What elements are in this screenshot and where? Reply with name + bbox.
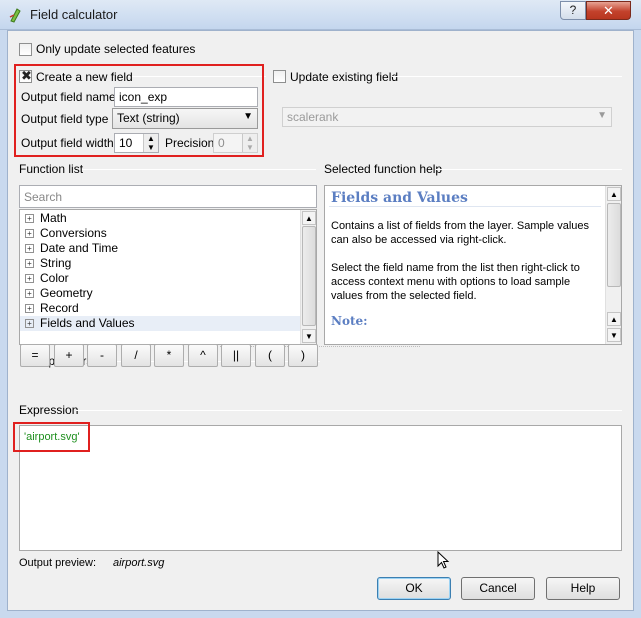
expression-title: Expression	[19, 403, 79, 417]
operator-open-paren-button[interactable]: (	[255, 344, 285, 367]
window-title: Field calculator	[30, 7, 118, 22]
function-tree: + Math + Conversions + Date and Time + Strin…	[19, 209, 317, 345]
tree-item-date-time[interactable]: + Date and Time	[25, 241, 118, 256]
cancel-button[interactable]: Cancel	[461, 577, 535, 600]
output-preview-label: Output preview:	[19, 557, 97, 569]
expand-plus-icon[interactable]: +	[25, 244, 34, 253]
ok-button[interactable]: OK	[377, 577, 451, 600]
tree-item-math[interactable]: + Math	[25, 211, 67, 226]
operator-plus-button[interactable]: +	[54, 344, 84, 367]
expand-plus-icon[interactable]: +	[25, 214, 34, 223]
operator-close-paren-button[interactable]: )	[288, 344, 318, 367]
help-paragraph-1: Contains a list of fields from the layer…	[331, 220, 590, 246]
update-existing-label: Update existing field	[290, 70, 399, 84]
function-help-title: Selected function help	[324, 162, 443, 176]
tree-item-record[interactable]: + Record	[25, 301, 79, 316]
function-list-title: Function list	[19, 162, 84, 176]
operator-concat-button[interactable]: ||	[221, 344, 251, 367]
expand-plus-icon[interactable]: +	[25, 319, 34, 328]
mouse-cursor-icon	[437, 551, 450, 569]
dropdown-arrow-icon: ▼	[597, 110, 607, 121]
help-scrollbar[interactable]: ▲ ▲ ▼	[605, 186, 621, 344]
update-existing-checkbox[interactable]	[273, 70, 286, 83]
help-heading-rule	[329, 206, 601, 207]
operator-equals-button[interactable]: =	[20, 344, 50, 367]
operator-minus-button[interactable]: -	[87, 344, 117, 367]
scroll-up-arrow[interactable]: ▲	[607, 187, 621, 201]
only-selected-label: Only update selected features	[36, 42, 196, 56]
expand-plus-icon[interactable]: +	[25, 229, 34, 238]
scroll-up-arrow[interactable]: ▲	[607, 312, 621, 326]
qgis-calculator-icon	[9, 8, 21, 23]
only-selected-checkbox[interactable]	[19, 43, 32, 56]
new-field-highlight	[14, 64, 264, 157]
function-search-input[interactable]: Search	[19, 185, 317, 208]
expand-plus-icon[interactable]: +	[25, 304, 34, 313]
tree-item-color[interactable]: + Color	[25, 271, 69, 286]
help-button[interactable]: Help	[546, 577, 620, 600]
operator-divide-button[interactable]: /	[121, 344, 151, 367]
close-icon[interactable]: ✕	[586, 1, 631, 20]
update-existing-group-line	[392, 76, 622, 77]
help-heading: Fields and Values	[331, 190, 468, 206]
function-help-group-line	[436, 169, 622, 170]
title-bar: Field calculator ? ✕	[0, 0, 641, 30]
scroll-up-arrow[interactable]: ▲	[302, 211, 316, 225]
output-preview-value: airport.svg	[113, 557, 165, 569]
scroll-thumb[interactable]	[302, 226, 316, 326]
operator-power-button[interactable]: ^	[188, 344, 218, 367]
scroll-thumb[interactable]	[607, 203, 621, 287]
tree-item-string[interactable]: + String	[25, 256, 71, 271]
existing-field-select[interactable]: scalerank ▼	[282, 107, 612, 127]
existing-field-value: scalerank	[287, 110, 339, 124]
expression-highlight	[13, 422, 90, 452]
tree-item-conversions[interactable]: + Conversions	[25, 226, 107, 241]
operator-multiply-button[interactable]: *	[154, 344, 184, 367]
help-note-heading: Note:	[331, 314, 368, 328]
function-tree-scrollbar[interactable]: ▲ ▼	[300, 210, 316, 344]
scroll-down-arrow[interactable]: ▼	[607, 328, 621, 342]
help-paragraph-2: Select the field name from the list then…	[331, 262, 580, 302]
tree-item-fields-values[interactable]: + Fields and Values	[20, 316, 300, 331]
expand-plus-icon[interactable]: +	[25, 289, 34, 298]
help-icon[interactable]: ?	[560, 1, 586, 20]
scroll-down-arrow[interactable]: ▼	[302, 329, 316, 343]
expand-plus-icon[interactable]: +	[25, 259, 34, 268]
expression-group-line	[76, 410, 622, 411]
tree-item-geometry[interactable]: + Geometry	[25, 286, 93, 301]
function-help-panel: Fields and Values Contains a list of fie…	[324, 185, 622, 345]
expand-plus-icon[interactable]: +	[25, 274, 34, 283]
function-list-group-line	[82, 169, 316, 170]
expression-editor[interactable]: 'airport.svg'	[19, 425, 622, 551]
